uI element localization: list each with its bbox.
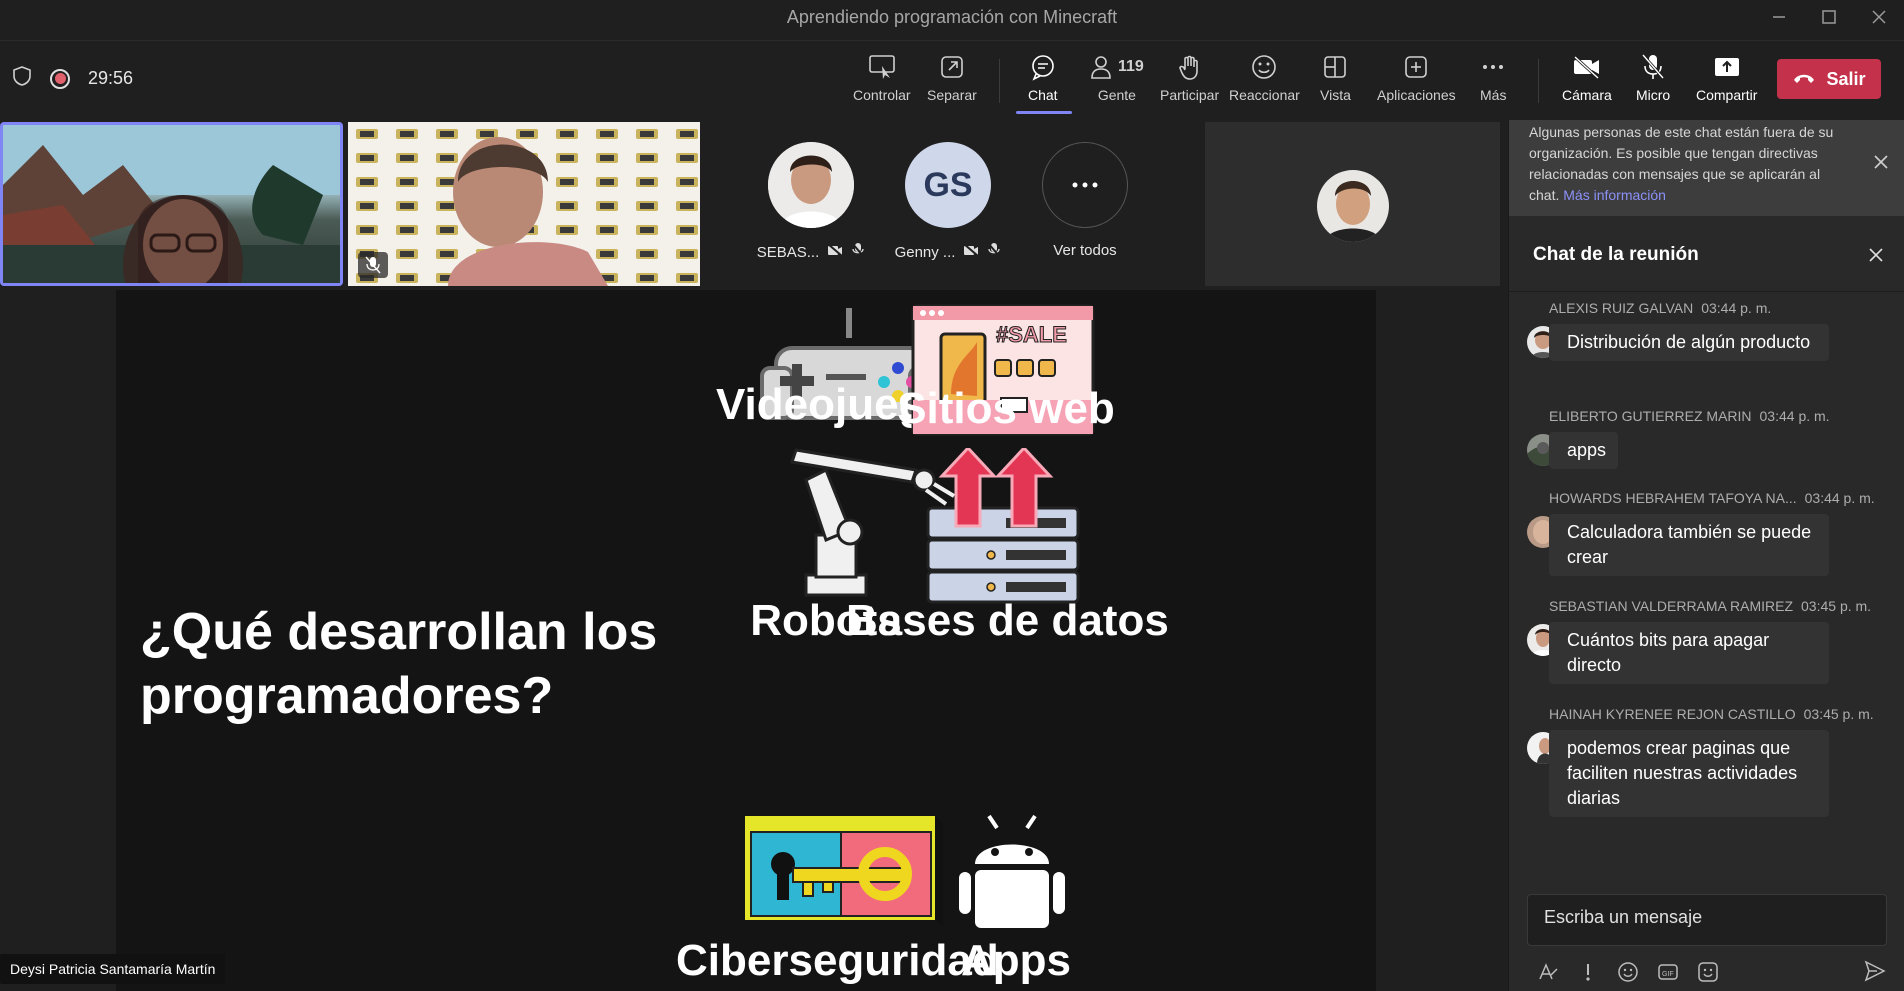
chat-title: Chat de la reunión: [1533, 244, 1699, 265]
message-text: Calculadora también se puede crear: [1549, 514, 1829, 576]
view-icon: [1322, 51, 1348, 83]
more-info-link[interactable]: Más información: [1563, 187, 1666, 203]
svg-text:GIF: GIF: [1662, 971, 1674, 978]
meeting-chat-panel: Algunas personas de este chat están fuer…: [1508, 120, 1904, 991]
database-icon: [926, 448, 1080, 604]
presenter-name-tag: Deysi Patricia Santamaría Martín: [0, 954, 226, 984]
shield-icon[interactable]: [12, 65, 32, 92]
control-button[interactable]: Controlar: [853, 51, 911, 113]
sticker-icon[interactable]: [1697, 961, 1719, 983]
chat-button[interactable]: Chat: [1028, 51, 1058, 113]
shared-content-stage: ¿Qué desarrollan los programadores? Vide…: [0, 290, 1504, 991]
mic-off-icon: [365, 256, 381, 274]
maximize-icon[interactable]: [1806, 0, 1852, 34]
mic-off-icon: [987, 242, 1002, 262]
format-icon[interactable]: [1537, 961, 1559, 983]
share-button[interactable]: Compartir: [1696, 51, 1757, 113]
add-app-icon: [1403, 51, 1429, 83]
compose-toolbar: GIF: [1527, 954, 1897, 990]
slide-item-sitios-web: Sitios web: [897, 384, 1115, 433]
recording-icon: [50, 68, 70, 89]
pop-out-button[interactable]: Separar: [927, 51, 977, 113]
participant-genny[interactable]: GS Genny ...: [893, 142, 1003, 262]
avatar-initials: GS: [905, 142, 991, 228]
meeting-timer: 29:56: [88, 68, 134, 88]
avatar: [768, 142, 854, 228]
participants-strip: SEBAS... GS Genny ... Ver todos: [0, 120, 1504, 290]
video-tile-participant[interactable]: [348, 122, 700, 286]
leave-button[interactable]: Salir: [1777, 59, 1881, 99]
meeting-toolbar: 29:56 Controlar Separar Chat 119 Gente P…: [0, 40, 1904, 120]
mic-off-icon: [851, 242, 866, 262]
message-text: Distribución de algún producto: [1549, 324, 1829, 361]
see-all-participants[interactable]: Ver todos: [1030, 142, 1140, 259]
emoji-icon[interactable]: [1617, 961, 1639, 983]
active-tab-indicator: [1016, 111, 1072, 114]
video-tile-presenter[interactable]: [0, 122, 343, 286]
message-text: apps: [1549, 432, 1619, 469]
camera-toggle-button[interactable]: Cámara: [1562, 51, 1612, 113]
phone-hangup-icon: [1792, 69, 1816, 90]
react-button[interactable]: Reaccionar: [1229, 51, 1300, 113]
slide-item-bases-de-datos: Bases de datos: [846, 596, 1169, 645]
message-input[interactable]: Escriba un mensaje: [1527, 894, 1887, 946]
more-button[interactable]: Más: [1480, 51, 1506, 113]
external-notice-banner: Algunas personas de este chat están fuer…: [1509, 120, 1904, 216]
send-icon[interactable]: [1860, 956, 1890, 986]
message-text: podemos crear paginas que faciliten nues…: [1549, 730, 1829, 817]
window-title: Aprendiendo programación con Minecraft: [786, 7, 1118, 27]
minimize-icon[interactable]: [1756, 0, 1802, 34]
self-view-tile[interactable]: [1205, 122, 1500, 286]
android-icon: [959, 814, 1065, 928]
people-count: 119: [1118, 58, 1144, 75]
chat-header: Chat de la reunión: [1509, 216, 1904, 292]
participant-sebas[interactable]: SEBAS...: [756, 142, 866, 262]
people-button[interactable]: 119 Gente: [1090, 51, 1144, 113]
camera-off-icon: [1572, 51, 1602, 83]
raise-hand-button[interactable]: Participar: [1160, 51, 1219, 113]
avatar: [1317, 170, 1389, 242]
more-icon: [1042, 142, 1128, 228]
view-button[interactable]: Vista: [1320, 51, 1351, 113]
sale-label: #SALE: [996, 322, 1068, 348]
mic-off-icon: [1640, 51, 1666, 83]
slide-item-apps: Apps: [961, 936, 1071, 985]
presentation-slide: ¿Qué desarrollan los programadores? Vide…: [116, 290, 1376, 991]
message-text: Cuántos bits para apagar directo: [1549, 622, 1829, 684]
chat-icon: [1029, 51, 1057, 83]
participant-name: SEBAS...: [756, 243, 820, 261]
mic-toggle-button[interactable]: Micro: [1636, 51, 1670, 113]
title-bar: Aprendiendo programación con Minecraft: [0, 0, 1904, 34]
participant-name: Genny ...: [894, 243, 956, 261]
people-icon: [1091, 56, 1111, 79]
priority-icon[interactable]: [1577, 961, 1599, 983]
close-window-icon[interactable]: [1856, 0, 1902, 34]
gif-icon[interactable]: GIF: [1657, 961, 1679, 983]
close-chat-icon[interactable]: [1863, 242, 1889, 268]
pop-out-icon: [939, 51, 965, 83]
smiley-icon: [1250, 51, 1278, 83]
camera-off-icon: [827, 243, 843, 261]
camera-off-icon: [963, 243, 980, 261]
slide-heading: ¿Qué desarrollan los programadores?: [140, 603, 658, 725]
share-icon: [1713, 51, 1741, 83]
dismiss-notice-icon[interactable]: [1869, 150, 1893, 174]
hand-icon: [1177, 51, 1203, 83]
muted-indicator: [358, 252, 388, 278]
key-lock-icon: [745, 816, 943, 926]
control-icon: [868, 51, 896, 83]
apps-button[interactable]: Aplicaciones: [1377, 51, 1456, 113]
more-icon: [1480, 51, 1506, 83]
